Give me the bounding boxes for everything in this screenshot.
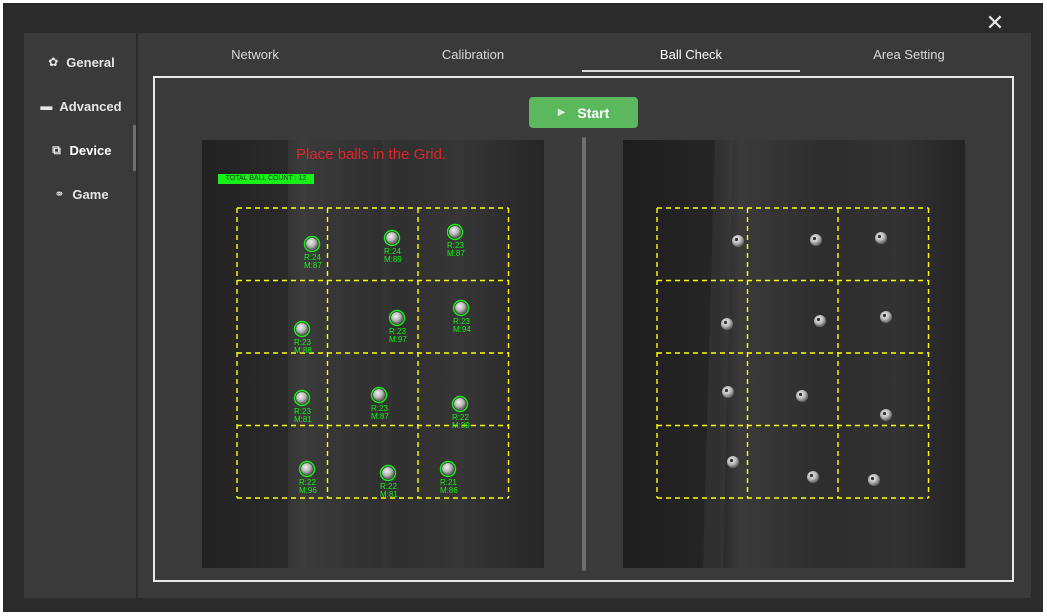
ball-dimple [882,411,887,416]
ball-metric-label: M:94 [453,325,471,334]
ball-marker [391,312,403,324]
tab-calibration[interactable]: Calibration [364,47,582,73]
ball-marker [875,232,887,244]
sidebar-item-device[interactable]: ⧉ Device [24,138,136,162]
ball-detection: R:24M:89 [383,229,402,264]
ball-metric-label: M:81 [294,415,312,424]
main-content: Network Calibration Ball Check Area Sett… [138,33,1031,598]
start-button-label: Start [577,104,610,121]
ball-dimple [870,476,875,481]
ball-dimple [724,388,729,393]
sidebar-item-label: General [66,54,115,70]
ball-marker [807,471,819,483]
sidebar-active-indicator [133,125,136,171]
ball-metric-label: M:89 [452,421,470,430]
ball-marker [727,456,739,468]
sidebar-item-general[interactable]: ✿ General [24,50,136,74]
right-camera-view [623,140,965,568]
ball-detection: R:23M:94 [452,299,471,334]
left-camera-feed: R:24M:87 R:24M:89 R:23M:87 R:23M:88 R:23M:97… [202,140,544,568]
camera-divider [582,137,586,571]
ball-detection: R:22M:96 [298,460,317,495]
ball-marker [721,318,733,330]
ball-marker [868,474,880,486]
ball-metric-label: M:97 [389,335,407,344]
ball-marker [301,463,313,475]
ball-metric-label: M:87 [447,249,465,258]
gear-icon: ✿ [48,55,59,69]
close-icon[interactable]: ✕ [983,11,1007,35]
ball-dimple [798,392,803,397]
ball-dimple [816,317,821,322]
tab-network[interactable]: Network [146,47,364,73]
ball-detection: R:22M:89 [451,395,470,430]
sidebar-item-game[interactable]: ⚭ Game [24,182,136,206]
keyboard-icon: ▬ [40,99,53,113]
ball-marker [796,390,808,402]
ball-detection: R:22M:81 [379,464,398,499]
ball-dimple [882,313,887,318]
ball-detection: R:23M:81 [293,389,312,424]
ball-marker [449,226,461,238]
sidebar: ✿ General ▬ Advanced ⧉ Device ⚭ Game [24,33,136,598]
ball-marker [880,311,892,323]
ball-detection: R:21M:86 [439,460,458,495]
ball-check-panel: ▶ Start R:24 M:87 R:24 M:89 R:23 M:87 R:… [153,76,1014,582]
ball-marker [732,235,744,247]
ball-marker [296,392,308,404]
ball-detection: R:23M:87 [446,223,465,258]
play-icon: ▶ [557,107,566,118]
ball-dimple [809,473,814,478]
ball-detection: R:24M:87 [303,235,322,270]
gamepad-icon: ⚭ [54,187,65,201]
ball-detection: R:23M:88 [293,320,312,355]
ball-metric-label: M:81 [380,490,398,499]
ball-detection: R:23M:97 [388,309,407,344]
ball-marker [454,398,466,410]
ball-dimple [812,236,817,241]
sidebar-item-advanced[interactable]: ▬ Advanced [24,94,136,118]
sidebar-item-label: Game [72,186,109,202]
ball-marker [455,302,467,314]
ball-dimple [723,320,728,325]
sidebar-item-label: Advanced [59,98,122,114]
ball-marker [386,232,398,244]
ball-dimple [877,234,882,239]
ball-marker [442,463,454,475]
ball-metric-label: M:89 [384,255,402,264]
right-camera-feed [623,140,965,568]
ball-metric-label: M:87 [371,412,389,421]
ball-marker [880,409,892,421]
ball-marker [296,323,308,335]
ball-marker [810,234,822,246]
ball-metric-label: M:88 [294,346,312,355]
ball-marker [306,238,318,250]
ball-marker [814,315,826,327]
start-button[interactable]: ▶ Start [529,97,638,128]
grid-instruction: Place balls in the Grid. [296,146,447,163]
ball-detection: R:23M:87 [370,386,389,421]
left-camera-view: R:24 M:87 R:24 M:89 R:23 M:87 R:23 M:88 R:23 M:97… [202,140,544,568]
ball-marker [722,386,734,398]
ball-metric-label: M:96 [299,486,317,495]
settings-window: ✕ ✿ General ▬ Advanced ⧉ Device ⚭ Game N… [3,3,1043,612]
tab-area-setting[interactable]: Area Setting [800,47,1018,73]
ball-metric-label: M:86 [440,486,458,495]
device-icon: ⧉ [52,142,61,157]
ball-marker [373,389,385,401]
ball-count-badge: TOTAL BALL COUNT : 12 [218,174,314,184]
ball-marker [382,467,394,479]
ball-metric-label: M:87 [304,261,322,270]
sidebar-item-label: Device [69,142,112,158]
active-tab-underline [582,70,800,72]
ball-dimple [729,458,734,463]
ball-dimple [734,237,739,242]
